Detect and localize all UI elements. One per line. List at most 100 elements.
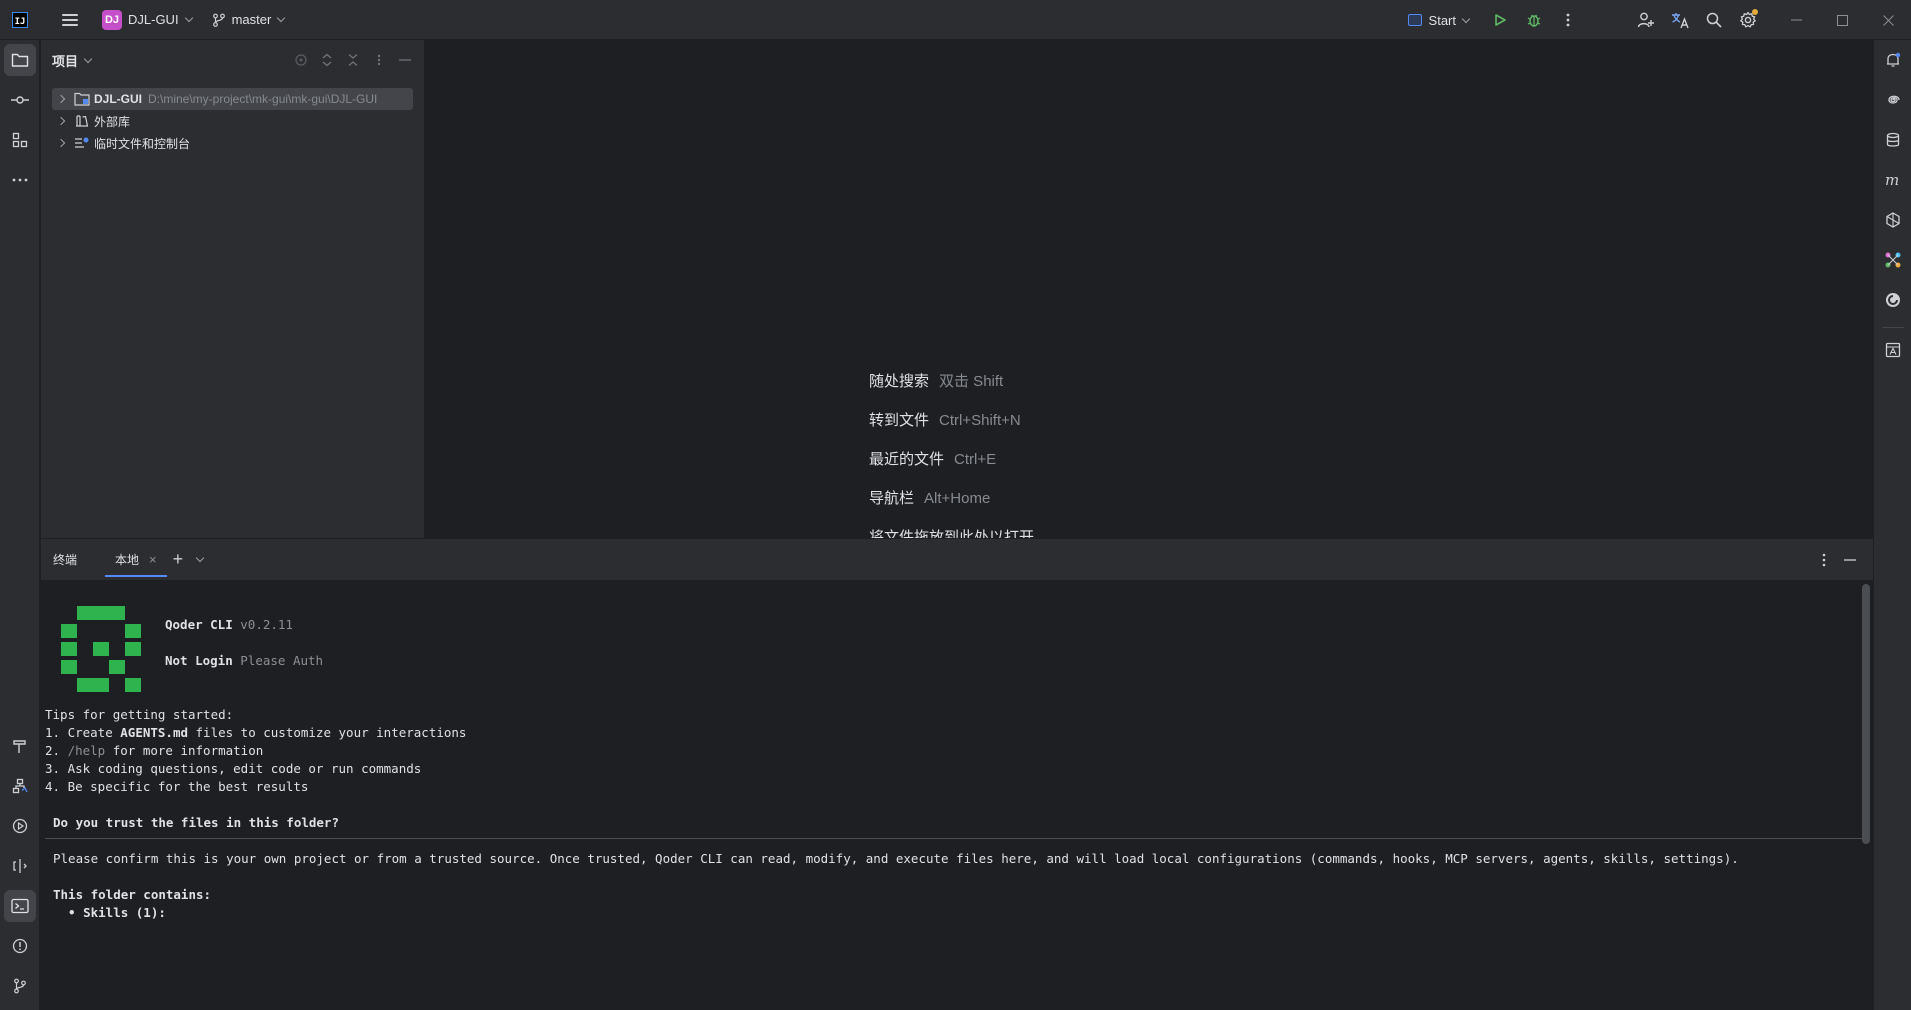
- commit-icon: [11, 96, 29, 104]
- tip-4: 4. Be specific for the best results: [45, 779, 309, 794]
- add-user-icon: [1637, 12, 1654, 28]
- endpoints-tool-button[interactable]: [4, 850, 36, 882]
- target-icon: [295, 54, 307, 66]
- chevron-right-icon: [56, 94, 66, 104]
- terminal-options-button[interactable]: [1811, 553, 1837, 567]
- vcs-branch-switcher[interactable]: master: [192, 0, 286, 40]
- close-icon: [1882, 14, 1894, 26]
- plugin-c-button[interactable]: [1877, 284, 1909, 316]
- minimize-button[interactable]: [1773, 0, 1819, 40]
- project-switcher[interactable]: DJ DJL-GUI: [78, 0, 193, 40]
- search-button[interactable]: [1697, 0, 1731, 40]
- terminal-title: 终端: [53, 553, 78, 567]
- contains-header: This folder contains:: [53, 887, 212, 902]
- tree-item-project-root[interactable]: DJL-GUI D:\mine\my-project\mk-gui\mk-gui…: [52, 88, 413, 110]
- close-window-button[interactable]: [1865, 0, 1911, 40]
- tip-2: 2. /help for more information: [45, 742, 263, 760]
- run-tool-button[interactable]: [4, 810, 36, 842]
- chevron-down-icon: [83, 54, 93, 63]
- terminal-tool-button[interactable]: [4, 890, 36, 922]
- terminal-icon: [11, 898, 29, 914]
- more-tools-button[interactable]: [4, 164, 36, 196]
- plugin-a-button[interactable]: [1877, 204, 1909, 236]
- maximize-button[interactable]: [1819, 0, 1865, 40]
- contains-item: • Skills (1):: [53, 905, 166, 920]
- tree-item-label: 外部库: [94, 114, 131, 129]
- ai-assistant-button[interactable]: [1877, 84, 1909, 116]
- commit-tool-button[interactable]: [4, 84, 36, 116]
- hint-go-to-file: 转到文件 Ctrl+Shift+N: [869, 409, 1021, 430]
- minimize-icon: [1844, 558, 1856, 561]
- services-tool-button[interactable]: [4, 770, 36, 802]
- ide-logo-icon: IJ: [12, 11, 28, 28]
- cli-name: Qoder CLI: [165, 617, 233, 632]
- expand-all-button[interactable]: [314, 47, 340, 73]
- tab-label: 本地: [115, 553, 140, 567]
- endpoints-icon: [13, 859, 27, 873]
- collapse-all-button[interactable]: [340, 47, 366, 73]
- plugin-d-button[interactable]: [1877, 334, 1909, 366]
- project-tool-button[interactable]: [4, 44, 36, 76]
- maven-button[interactable]: m: [1877, 164, 1909, 196]
- tree-item-scratches[interactable]: 临时文件和控制台: [52, 132, 190, 154]
- tree-item-label: 临时文件和控制台: [94, 136, 191, 151]
- collapse-all-icon: [348, 54, 358, 66]
- hint-search-everywhere: 随处搜索 双击 Shift: [869, 370, 1003, 391]
- chevron-down-icon[interactable]: [195, 553, 205, 563]
- add-user-button[interactable]: [1629, 0, 1663, 40]
- database-icon: [1886, 132, 1900, 147]
- svg-text:m: m: [1885, 173, 1899, 187]
- more-vertical-icon: [377, 54, 381, 66]
- new-tab-icon[interactable]: +: [173, 549, 184, 570]
- terminal-panel: 终端 本地 × + Qoder CLI v0.2.11 Not Login Pl…: [41, 538, 1873, 1010]
- translate-button[interactable]: [1663, 0, 1697, 40]
- scratch-icon: [74, 136, 90, 150]
- more-actions-button[interactable]: [1551, 0, 1585, 40]
- hide-panel-button[interactable]: [392, 47, 418, 73]
- right-tool-strip: m: [1873, 40, 1911, 1010]
- hide-terminal-button[interactable]: [1837, 558, 1863, 561]
- chevron-right-icon: [56, 138, 66, 148]
- trust-body: Please confirm this is your own project …: [53, 851, 1739, 866]
- cli-title-line: Qoder CLI v0.2.11: [165, 616, 293, 634]
- hint-label: 转到文件: [869, 412, 930, 429]
- folder-icon: [11, 53, 29, 67]
- tab-local[interactable]: 本地 ×: [105, 539, 167, 580]
- expand-all-icon: [322, 53, 332, 67]
- project-name: DJL-GUI: [128, 12, 179, 27]
- minimize-icon: [399, 59, 411, 61]
- chevron-right-icon: [56, 116, 66, 126]
- structure-tool-button[interactable]: [4, 124, 36, 156]
- notifications-button[interactable]: [1877, 44, 1909, 76]
- build-tool-button[interactable]: [4, 730, 36, 762]
- terminal-output[interactable]: Qoder CLI v0.2.11 Not Login Please Auth …: [41, 580, 1873, 1010]
- bell-icon: [1887, 52, 1901, 67]
- run-config-selector[interactable]: Start: [1407, 12, 1471, 28]
- main-menu-icon[interactable]: [62, 13, 78, 26]
- panel-options-button[interactable]: [366, 47, 392, 73]
- settings-button[interactable]: [1731, 0, 1765, 40]
- git-tool-button[interactable]: [4, 970, 36, 1002]
- bug-icon: [1527, 14, 1541, 27]
- module-folder-icon: [74, 92, 90, 106]
- problems-tool-button[interactable]: [4, 930, 36, 962]
- more-vertical-icon: [1822, 553, 1826, 566]
- debug-button[interactable]: [1517, 0, 1551, 40]
- database-button[interactable]: [1877, 124, 1909, 156]
- run-config-label: Start: [1428, 12, 1456, 28]
- project-panel: 项目 DJL-GUI D:\mine\my-project\mk-gui\mk-…: [41, 40, 425, 538]
- divider: [1882, 327, 1904, 328]
- more-vertical-icon: [1566, 13, 1570, 27]
- plugin-b-button[interactable]: [1877, 244, 1909, 276]
- chevron-down-icon: [277, 13, 286, 23]
- update-indicator: [1752, 9, 1758, 15]
- close-tab-icon[interactable]: ×: [149, 552, 157, 567]
- tree-item-external-libraries[interactable]: 外部库: [52, 110, 130, 132]
- locate-button[interactable]: [288, 47, 314, 73]
- tip-1: 1. Create AGENTS.md files to customize y…: [45, 724, 466, 742]
- run-button[interactable]: [1483, 0, 1517, 40]
- terminal-scrollbar[interactable]: [1862, 584, 1870, 844]
- maven-icon: m: [1885, 173, 1899, 187]
- hint-label: 将文件拖放到此处以打开: [869, 529, 1035, 538]
- divider: [45, 838, 1863, 839]
